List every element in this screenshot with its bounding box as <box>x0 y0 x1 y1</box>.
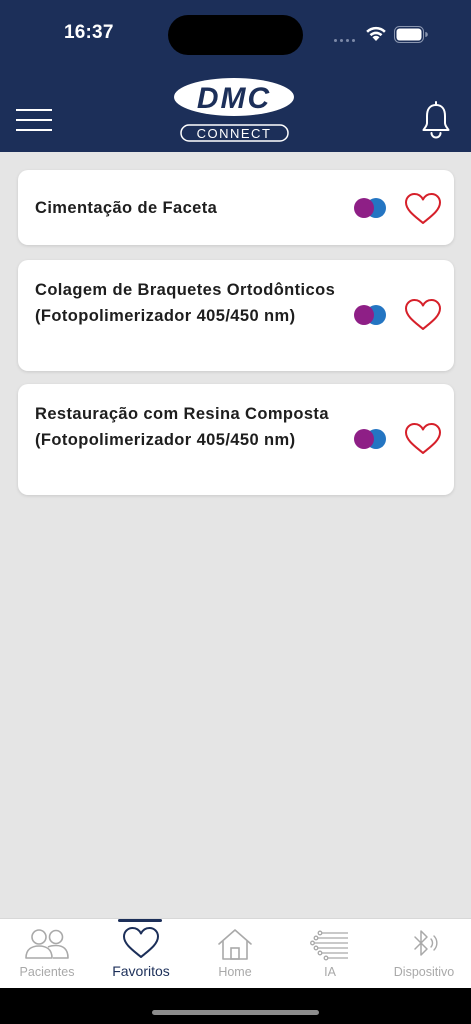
tab-label: Favoritos <box>112 963 170 979</box>
home-icon <box>218 929 252 960</box>
heart-icon <box>405 193 441 224</box>
hamburger-menu-icon <box>16 109 52 111</box>
app-header: 16:37 DMC CONNECT <box>0 0 471 152</box>
tab-home[interactable]: Home <box>188 919 282 989</box>
favorite-card-title: Cimentação de Faceta <box>35 199 218 217</box>
bell-icon <box>422 101 450 139</box>
menu-button[interactable] <box>16 106 52 134</box>
dmc-connect-logo: DMC CONNECT <box>174 78 294 142</box>
bottom-tab-bar: Pacientes Favoritos Home IA Dispositivo <box>0 918 471 988</box>
tab-favoritos[interactable]: Favoritos <box>94 919 188 989</box>
favorite-toggle-button[interactable] <box>404 422 442 456</box>
wavelength-dots-icon <box>354 305 386 325</box>
dynamic-island <box>168 15 303 55</box>
home-indicator-area <box>0 988 471 1024</box>
home-indicator[interactable] <box>152 1010 319 1015</box>
tab-label: Dispositivo <box>393 965 455 979</box>
wavelength-dots-icon <box>354 198 386 218</box>
heart-icon <box>405 423 441 454</box>
active-tab-indicator <box>118 919 162 922</box>
tab-label: Home <box>218 965 252 979</box>
cellular-signal-icon <box>334 39 358 43</box>
favorite-card-title: Restauração com Resina Composta (Fotopol… <box>35 405 329 449</box>
notifications-button[interactable] <box>419 101 453 139</box>
tab-ia[interactable]: IA <box>283 919 377 989</box>
heart-icon <box>123 927 159 958</box>
battery-icon <box>394 26 428 43</box>
patients-icon <box>25 929 69 959</box>
favorite-card[interactable]: Colagem de Braquetes Ortodônticos (Fotop… <box>18 260 454 371</box>
circuit-icon <box>310 930 348 961</box>
wavelength-dots-icon <box>354 429 386 449</box>
favorite-card-title: Colagem de Braquetes Ortodônticos (Fotop… <box>35 281 336 325</box>
tab-label: IA <box>324 965 336 979</box>
favorite-toggle-button[interactable] <box>404 298 442 332</box>
tab-dispositivo[interactable]: Dispositivo <box>377 919 471 989</box>
wifi-icon <box>366 26 386 41</box>
favorite-card[interactable]: Cimentação de Faceta <box>18 170 454 245</box>
logo-top-text: DMC <box>197 82 271 115</box>
tab-label: Pacientes <box>19 965 75 979</box>
status-time: 16:37 <box>64 22 114 43</box>
favorite-card[interactable]: Restauração com Resina Composta (Fotopol… <box>18 384 454 495</box>
status-bar: 16:37 <box>0 0 471 70</box>
favorite-toggle-button[interactable] <box>404 192 442 226</box>
logo-bottom-text: CONNECT <box>197 126 272 141</box>
tab-pacientes[interactable]: Pacientes <box>0 919 94 989</box>
bluetooth-icon <box>414 930 438 956</box>
heart-icon <box>405 299 441 330</box>
